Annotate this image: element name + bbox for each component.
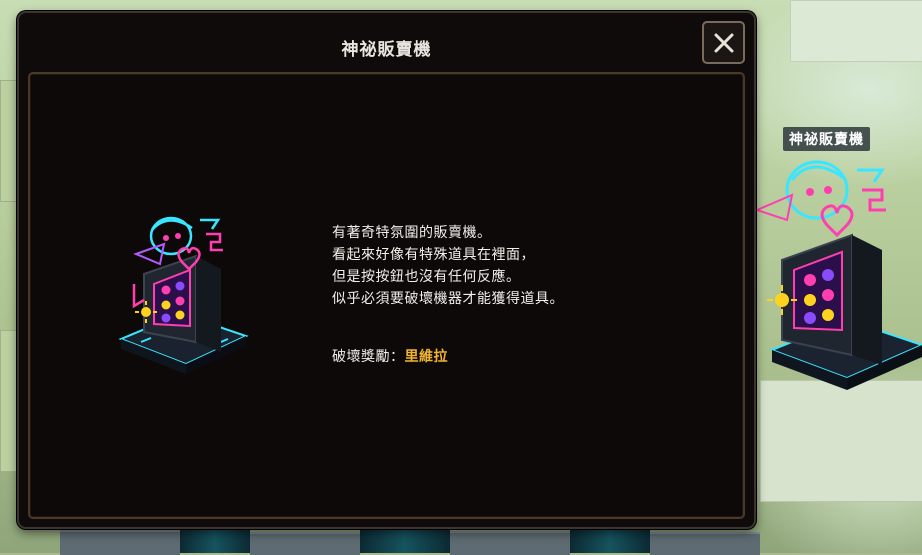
stone-block: [450, 531, 570, 555]
stone-block: [250, 532, 360, 555]
world-vending-machine[interactable]: [752, 150, 922, 410]
stone-block: [60, 530, 180, 555]
description-line: 似乎必須要破壞機器才能獲得道具。: [332, 291, 564, 307]
neon-vending-machine-icon: [118, 216, 249, 374]
neon-floor-strip: [570, 530, 650, 553]
npc-name-label: 神祕販賣機: [783, 127, 870, 151]
description-line: 有著奇特氛圍的販賣機。: [332, 225, 492, 241]
close-icon: [714, 33, 733, 52]
ground-tile: [790, 0, 922, 62]
description-line: 看起來好像有特殊道具在裡面，: [332, 247, 535, 263]
item-icon: [116, 214, 256, 384]
dialog-content-panel: 有著奇特氛圍的販賣機。 看起來好像有特殊道具在裡面， 但是按按鈕也沒有任何反應。…: [28, 72, 745, 519]
neon-floor-strip: [360, 530, 450, 553]
close-button[interactable]: [702, 21, 745, 64]
neon-floor-strip: [180, 530, 250, 553]
stone-block: [650, 532, 760, 555]
item-description: 有著奇特氛圍的販賣機。 看起來好像有特殊道具在裡面， 但是按按鈕也沒有任何反應。…: [332, 222, 564, 310]
mysterious-vending-machine-dialog: 神祕販賣機 有著奇特氛圍的販賣機。 看起來好像有特殊道具在裡面， 但是按按鈕也沒…: [17, 11, 756, 529]
reward-label: 破壞獎勵：: [332, 349, 405, 365]
destroy-reward: 破壞獎勵：里維拉: [332, 346, 448, 368]
neon-vending-machine-icon: [754, 160, 922, 390]
dialog-title: 神祕販賣機: [341, 40, 432, 60]
description-line: 但是按按鈕也沒有任何反應。: [332, 269, 521, 285]
reward-value: 里維拉: [404, 349, 448, 365]
